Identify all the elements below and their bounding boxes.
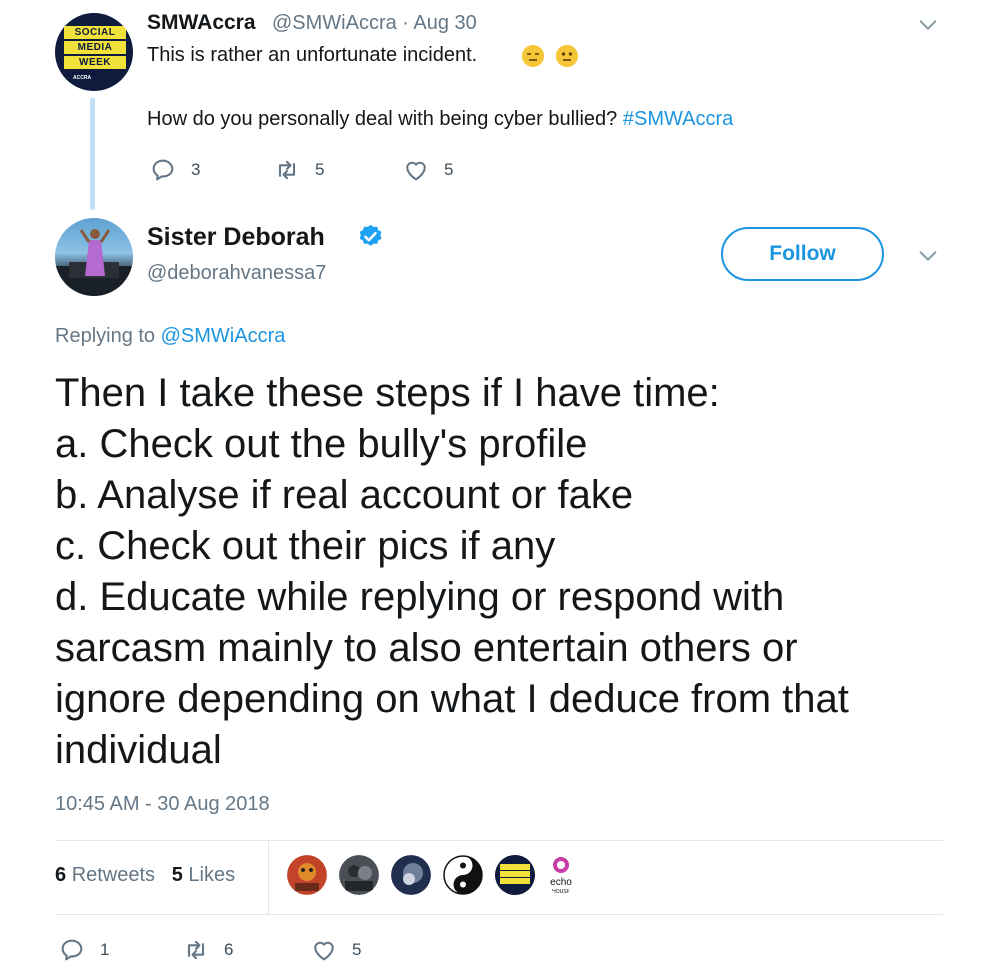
follow-button[interactable]: Follow <box>721 227 884 281</box>
avatar-sublabel: ACCRA <box>73 75 92 81</box>
like-word: Likes <box>188 864 236 886</box>
social-media-week-avatar[interactable] <box>495 855 535 895</box>
retweet-icon <box>278 160 296 180</box>
tweet-body-line: d. Educate while replying or respond wit… <box>55 575 785 619</box>
chevron-down-icon[interactable] <box>917 14 939 36</box>
replying-to-link[interactable]: @SMWiAccra <box>161 325 286 347</box>
retweet-icon <box>187 940 205 960</box>
like-count-action: 5 <box>352 940 362 959</box>
smw-avatar[interactable]: SOCIAL MEDIA WEEK ACCRA <box>55 13 133 91</box>
expressionless-face-icon <box>522 45 544 67</box>
liker-avatar[interactable] <box>339 855 379 895</box>
parent-like-action[interactable]: 5 <box>402 156 453 184</box>
author-handle[interactable]: @deborahvanessa7 <box>147 262 326 285</box>
retweet-action[interactable]: 6 <box>182 936 233 964</box>
parent-reply-count: 3 <box>191 160 201 179</box>
tweet-body-line: Then I take these steps if I have time: <box>55 371 720 415</box>
reply-action[interactable]: 1 <box>58 936 109 964</box>
heart-icon <box>314 941 334 961</box>
parent-reply-action[interactable]: 3 <box>149 156 200 184</box>
parent-retweet-count: 5 <box>315 160 325 179</box>
like-action[interactable]: 5 <box>310 936 361 964</box>
tweet-body-line: a. Check out the bully's profile <box>55 422 588 466</box>
engagement-stats: 6 Retweets 5 Likes <box>55 864 235 887</box>
echo-sublabel: HOUSE <box>552 889 570 895</box>
liker-avatars: echo HOUSE <box>287 855 575 895</box>
parent-tweet-text-line1: This is rather an unfortunate incident. <box>147 44 478 66</box>
avatar-label-week: WEEK <box>63 55 127 70</box>
retweet-count-action: 6 <box>224 940 234 959</box>
tweet-body: Then I take these steps if I have time: … <box>55 368 955 776</box>
retweets-stat[interactable]: 6 Retweets <box>55 864 155 886</box>
avatar-label-social: SOCIAL <box>63 25 127 40</box>
parent-retweet-action[interactable]: 5 <box>273 156 324 184</box>
replying-prefix: Replying to <box>55 325 156 347</box>
liker-avatar[interactable] <box>287 855 327 895</box>
echo-label: echo <box>550 877 572 888</box>
author-name[interactable]: Sister Deborah <box>147 223 325 252</box>
reply-icon <box>152 159 174 181</box>
person-photo-icon <box>55 229 133 296</box>
heart-icon <box>406 161 426 181</box>
parent-like-count: 5 <box>444 160 454 179</box>
parent-question-text: How do you personally deal with being cy… <box>147 108 618 130</box>
reply-icon <box>61 939 83 961</box>
liker-avatar[interactable] <box>391 855 431 895</box>
parent-author-handle-date[interactable]: @SMWiAccra · Aug 30 <box>272 12 477 35</box>
like-count: 5 <box>171 864 183 886</box>
verified-badge-icon <box>359 224 382 246</box>
deborah-avatar[interactable] <box>55 218 133 296</box>
tweet-body-line: ignore depending on what I deduce from t… <box>55 677 849 721</box>
reply-count: 1 <box>100 940 110 959</box>
thread-connector <box>90 98 95 210</box>
divider <box>55 914 943 915</box>
tweet-body-line: b. Analyse if real account or fake <box>55 473 634 517</box>
retweet-count: 6 <box>55 864 67 886</box>
retweet-word: Retweets <box>71 864 156 886</box>
chevron-down-icon[interactable] <box>917 245 939 267</box>
neutral-face-icon <box>556 45 578 67</box>
parent-author-name[interactable]: SMWAccra <box>147 11 256 35</box>
tweet-timestamp[interactable]: 10:45 AM - 30 Aug 2018 <box>55 793 270 816</box>
echo-house-avatar[interactable]: echo HOUSE <box>547 855 575 895</box>
tweet-body-line: c. Check out their pics if any <box>55 524 556 568</box>
replying-to: Replying to @SMWiAccra <box>55 325 285 348</box>
parent-tweet-text-line2: How do you personally deal with being cy… <box>147 108 733 131</box>
likes-stat[interactable]: 5 Likes <box>172 864 235 886</box>
tweet-body-line: individual <box>55 728 222 772</box>
tweet-body-line: sarcasm mainly to also entertain others … <box>55 626 798 670</box>
avatar-label-media: MEDIA <box>63 40 127 55</box>
hashtag-link[interactable]: #SMWAccra <box>623 108 733 130</box>
divider <box>55 840 943 841</box>
yin-yang-icon[interactable] <box>443 855 483 895</box>
stats-divider <box>268 841 269 915</box>
